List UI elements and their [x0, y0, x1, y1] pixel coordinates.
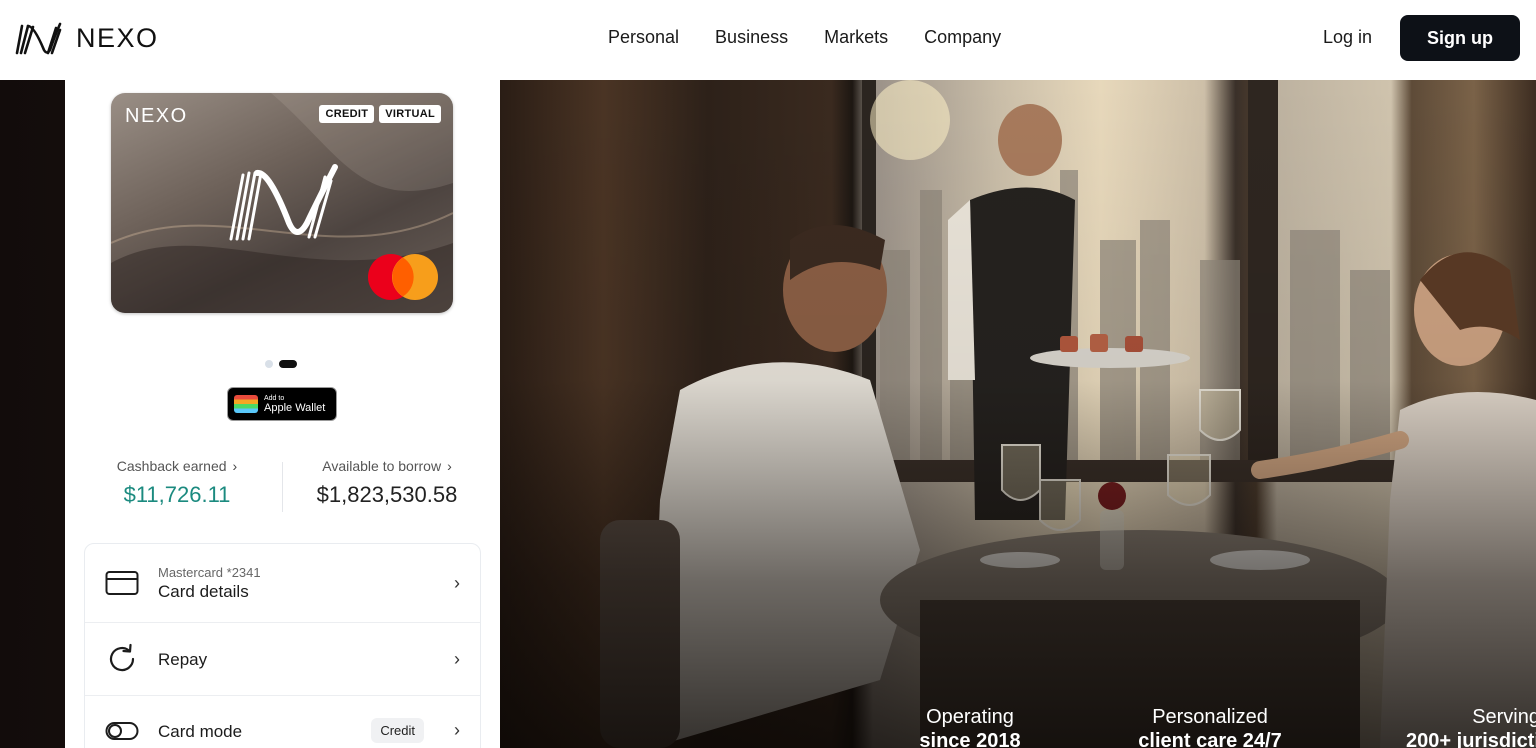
- nexo-credit-card[interactable]: NEXO CREDIT VIRTUAL: [111, 93, 453, 313]
- mastercard-icon: [368, 254, 438, 300]
- carousel-dot-active[interactable]: [279, 360, 297, 368]
- borrow-label: Available to borrow: [322, 458, 442, 474]
- wallet-small-text: Add to: [264, 394, 285, 402]
- cashback-label: Cashback earned: [116, 458, 227, 474]
- chevron-right-icon: ›: [454, 720, 460, 740]
- card-mode-row[interactable]: Card mode Credit ›: [85, 695, 480, 748]
- app-preview-panel: NEXO CREDIT VIRTUAL Add to Apple Wallet …: [65, 80, 500, 748]
- hero-gradient-overlay: [500, 80, 1536, 748]
- stats-divider: [282, 462, 283, 512]
- feature-client-care-top: Personalized: [1152, 706, 1268, 728]
- card-tags: CREDIT VIRTUAL: [319, 105, 441, 123]
- card-details-text: Mastercard *2341 Card details: [158, 565, 261, 602]
- nexo-logo[interactable]: NEXO: [14, 20, 159, 56]
- feature-operating-top: Operating: [926, 706, 1014, 728]
- wallet-text: Add to Apple Wallet: [264, 395, 325, 414]
- feature-operating-bottom: since 2018: [919, 730, 1021, 748]
- cashback-value: $11,726.11: [123, 482, 231, 507]
- credit-card-icon: [104, 565, 140, 601]
- hero-image: Operating since 2018 Personalized client…: [500, 80, 1536, 748]
- repay-label: Repay: [158, 650, 208, 669]
- chevron-right-icon: ›: [454, 572, 460, 593]
- card-mode-text: Card mode: [158, 720, 242, 742]
- nav-personal[interactable]: Personal: [608, 27, 679, 48]
- card-details-label: Card details: [158, 581, 249, 601]
- virtual-tag: VIRTUAL: [379, 105, 441, 123]
- add-to-apple-wallet-button[interactable]: Add to Apple Wallet: [227, 387, 337, 421]
- nexo-mark-icon: [15, 22, 62, 55]
- nav-business[interactable]: Business: [715, 27, 788, 48]
- nav-company[interactable]: Company: [924, 27, 1001, 48]
- wallet-icon: [234, 395, 258, 413]
- borrow-stat[interactable]: Available to borrow › $1,823,530.58: [287, 458, 487, 508]
- card-details-row[interactable]: Mastercard *2341 Card details ›: [85, 544, 480, 622]
- borrow-value: $1,823,530.58: [316, 482, 458, 507]
- top-nav-bar: NEXO Personal Business Markets Company L…: [0, 0, 1536, 80]
- signup-button[interactable]: Sign up: [1400, 15, 1520, 61]
- main-nav: Personal Business Markets Company: [608, 27, 1001, 48]
- feature-jurisdictions: Serving 200+ jurisdicti: [1380, 705, 1536, 748]
- toggle-icon: [104, 713, 140, 748]
- chevron-right-icon: ›: [232, 458, 238, 474]
- feature-client-care: Personalized client care 24/7: [1120, 705, 1300, 748]
- repay-text: Repay: [158, 648, 207, 670]
- card-number-label: Mastercard *2341: [158, 564, 261, 580]
- refresh-icon: [104, 641, 140, 677]
- carousel-dot[interactable]: [265, 360, 273, 368]
- balance-stats: Cashback earned › $11,726.11 Available to…: [65, 458, 500, 518]
- nav-markets[interactable]: Markets: [824, 27, 888, 48]
- cashback-label-row: Cashback earned ›: [77, 458, 277, 474]
- feature-client-care-bottom: client care 24/7: [1138, 730, 1282, 748]
- login-link[interactable]: Log in: [1323, 27, 1372, 48]
- card-brand: NEXO: [125, 105, 188, 127]
- logo-text: NEXO: [76, 22, 159, 53]
- card-actions-list: Mastercard *2341 Card details › Repay › …: [84, 543, 481, 748]
- chevron-right-icon: ›: [454, 648, 460, 669]
- feature-operating: Operating since 2018: [910, 705, 1030, 748]
- card-mode-label: Card mode: [158, 721, 243, 741]
- borrow-label-row: Available to borrow ›: [287, 458, 487, 474]
- card-mode-pill: Credit: [371, 718, 424, 743]
- feature-jurisdictions-bottom: 200+ jurisdicti: [1406, 730, 1536, 748]
- cashback-stat[interactable]: Cashback earned › $11,726.11: [77, 458, 277, 508]
- repay-row[interactable]: Repay ›: [85, 622, 480, 695]
- wallet-big-text: Apple Wallet: [264, 401, 326, 414]
- chevron-right-icon: ›: [447, 458, 452, 474]
- card-n-logo-icon: [229, 164, 338, 241]
- carousel-dots[interactable]: [265, 360, 297, 368]
- feature-jurisdictions-top: Serving: [1472, 706, 1536, 728]
- credit-tag: CREDIT: [319, 105, 375, 123]
